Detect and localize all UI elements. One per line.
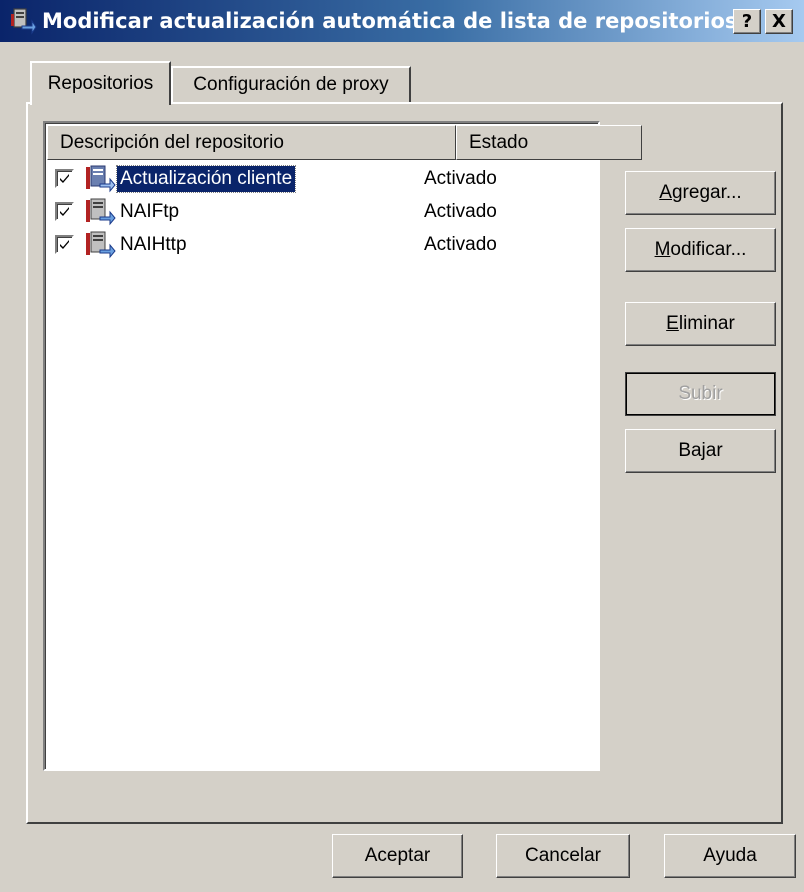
modificar-accel: M: [654, 239, 671, 260]
window-title: Modificar actualización automática de li…: [42, 9, 738, 33]
help-title-button[interactable]: ?: [733, 9, 761, 34]
checkmark-icon: [60, 174, 69, 183]
agregar-button[interactable]: Agregar...: [625, 171, 776, 215]
tab-configuracion-proxy-label: Configuración de proxy: [193, 74, 389, 95]
bajar-button[interactable]: Bajar: [625, 429, 776, 473]
modificar-label: odificar...: [670, 239, 747, 260]
bajar-label: Bajar: [678, 440, 723, 461]
subir-button[interactable]: Subir: [625, 372, 776, 416]
close-icon: X: [772, 10, 786, 32]
row-checkbox[interactable]: [55, 235, 74, 254]
tab-repositorios[interactable]: Repositorios: [30, 61, 171, 105]
row-name: Actualización cliente: [115, 165, 297, 193]
tab-configuracion-proxy[interactable]: Configuración de proxy: [171, 66, 411, 102]
title-bar[interactable]: Modificar actualización automática de li…: [0, 0, 804, 42]
agregar-accel: A: [659, 182, 672, 203]
cancelar-label: Cancelar: [524, 845, 602, 866]
row-status: Activado: [424, 234, 497, 255]
column-header-estado-label: Estado: [469, 131, 529, 153]
row-status: Activado: [424, 168, 497, 189]
close-title-button[interactable]: X: [765, 9, 793, 34]
row-status: Activado: [424, 201, 497, 222]
ayuda-button[interactable]: Ayuda: [664, 834, 796, 878]
eliminar-button[interactable]: Eliminar: [625, 302, 776, 346]
eliminar-accel: E: [666, 313, 679, 334]
dialog-window: Modificar actualización automática de li…: [0, 0, 804, 892]
ayuda-label: Ayuda: [703, 845, 757, 866]
help-icon: ?: [741, 10, 753, 32]
modificar-button[interactable]: Modificar...: [625, 228, 776, 272]
row-name: NAIHttp: [120, 234, 187, 255]
repository-icon: [86, 165, 116, 193]
row-name: NAIFtp: [120, 201, 180, 222]
repository-list[interactable]: Descripción del repositorio Estado Actua…: [43, 121, 642, 771]
agregar-label: gregar...: [671, 182, 742, 203]
column-header-descripcion-label: Descripción del repositorio: [60, 131, 284, 153]
subir-label: Subir: [678, 383, 723, 404]
checkmark-icon: [60, 207, 69, 216]
list-item[interactable]: Actualización cliente Activado: [47, 163, 598, 196]
column-header-estado[interactable]: Estado: [456, 125, 642, 160]
checkmark-icon: [60, 240, 69, 249]
aceptar-label: Aceptar: [364, 845, 431, 866]
cancelar-button[interactable]: Cancelar: [496, 834, 630, 878]
repository-icon: [11, 8, 37, 35]
row-checkbox[interactable]: [55, 169, 74, 188]
aceptar-button[interactable]: Aceptar: [332, 834, 463, 878]
eliminar-label: liminar: [678, 313, 735, 334]
tab-repositorios-label: Repositorios: [47, 73, 154, 94]
row-checkbox[interactable]: [55, 202, 74, 221]
repository-icon: [86, 198, 116, 226]
repository-icon: [86, 231, 116, 259]
column-header-descripcion[interactable]: Descripción del repositorio: [47, 125, 456, 160]
list-item[interactable]: NAIHttp Activado: [47, 229, 598, 262]
list-item[interactable]: NAIFtp Activado: [47, 196, 598, 229]
